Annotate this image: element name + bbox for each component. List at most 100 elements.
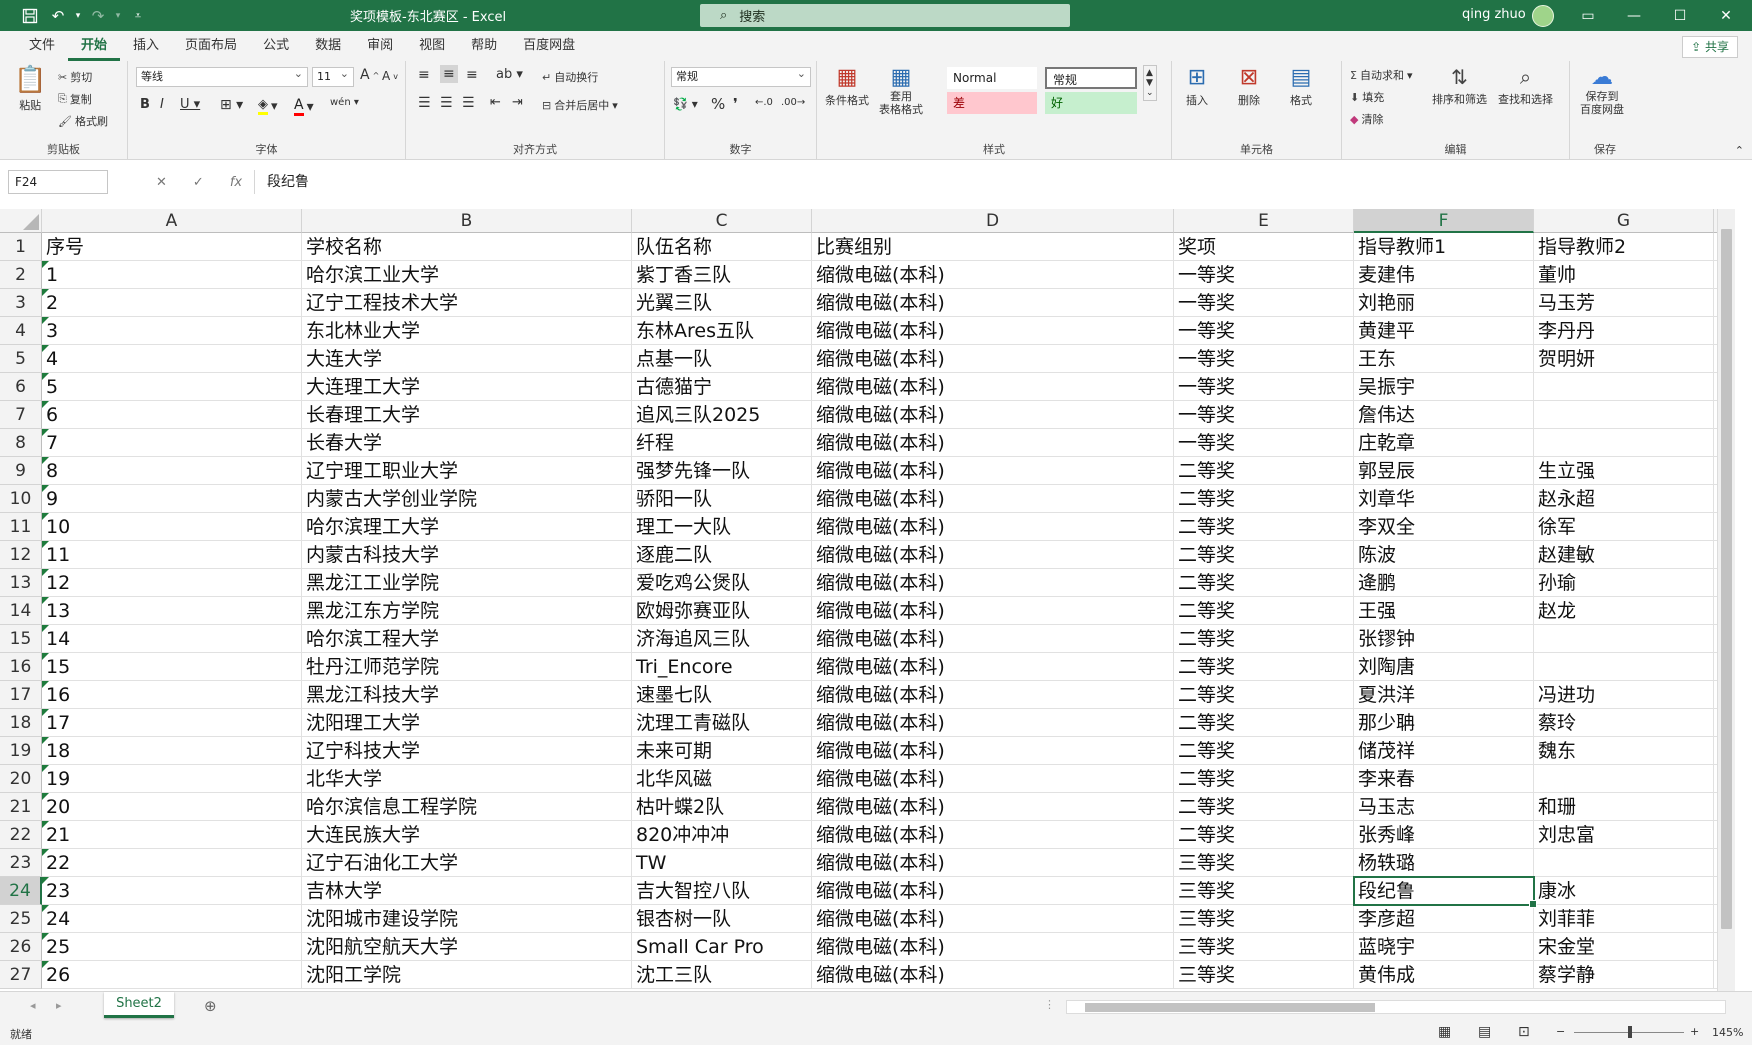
- cell-a4[interactable]: 3: [42, 317, 302, 345]
- row-header[interactable]: 9: [0, 457, 42, 485]
- tab-review[interactable]: 审阅: [354, 31, 406, 61]
- cell-e14[interactable]: 二等奖: [1174, 597, 1354, 625]
- cell-d7[interactable]: 缩微电磁(本科): [812, 401, 1174, 429]
- tab-page-layout[interactable]: 页面布局: [172, 31, 250, 61]
- cell-e9[interactable]: 二等奖: [1174, 457, 1354, 485]
- cell-b4[interactable]: 东北林业大学: [302, 317, 632, 345]
- cell-c14[interactable]: 欧姆弥赛亚队: [632, 597, 812, 625]
- cell-a10[interactable]: 9: [42, 485, 302, 513]
- tab-baidu-netdisk[interactable]: 百度网盘: [510, 31, 588, 61]
- cell-e25[interactable]: 三等奖: [1174, 905, 1354, 933]
- cell-b13[interactable]: 黑龙江工业学院: [302, 569, 632, 597]
- cell-f23[interactable]: 杨轶璐: [1354, 849, 1534, 877]
- row-header[interactable]: 3: [0, 289, 42, 317]
- style-bad[interactable]: 差: [947, 92, 1037, 114]
- formula-input[interactable]: 段纪鲁: [254, 170, 1746, 194]
- cell-f22[interactable]: 张秀峰: [1354, 821, 1534, 849]
- cell-d2[interactable]: 缩微电磁(本科): [812, 261, 1174, 289]
- format-painter-button[interactable]: 🖌 格式刷: [58, 113, 108, 129]
- cell-f27[interactable]: 黄伟成: [1354, 961, 1534, 989]
- cell-g12[interactable]: 赵建敏: [1534, 541, 1714, 569]
- cell-e10[interactable]: 二等奖: [1174, 485, 1354, 513]
- align-left-icon[interactable]: ☰: [418, 95, 431, 111]
- cell-f16[interactable]: 刘陶唐: [1354, 653, 1534, 681]
- cell-e7[interactable]: 一等奖: [1174, 401, 1354, 429]
- save-to-netdisk-button[interactable]: ☁ 保存到 百度网盘: [1580, 65, 1624, 116]
- cell-b18[interactable]: 沈阳理工大学: [302, 709, 632, 737]
- cell-d9[interactable]: 缩微电磁(本科): [812, 457, 1174, 485]
- cell-d6[interactable]: 缩微电磁(本科): [812, 373, 1174, 401]
- cell-c4[interactable]: 东林Ares五队: [632, 317, 812, 345]
- cell-e27[interactable]: 三等奖: [1174, 961, 1354, 989]
- cell-e5[interactable]: 一等奖: [1174, 345, 1354, 373]
- cell-d27[interactable]: 缩微电磁(本科): [812, 961, 1174, 989]
- cell-a6[interactable]: 5: [42, 373, 302, 401]
- tab-file[interactable]: 文件: [16, 31, 68, 61]
- cell-f6[interactable]: 吴振宇: [1354, 373, 1534, 401]
- cell-f14[interactable]: 王强: [1354, 597, 1534, 625]
- row-header[interactable]: 8: [0, 429, 42, 457]
- cell-f15[interactable]: 张镠钟: [1354, 625, 1534, 653]
- cell-e6[interactable]: 一等奖: [1174, 373, 1354, 401]
- cell-a18[interactable]: 17: [42, 709, 302, 737]
- row-header[interactable]: 12: [0, 541, 42, 569]
- cell-f19[interactable]: 储茂祥: [1354, 737, 1534, 765]
- cell-f1[interactable]: 指导教师1: [1354, 233, 1534, 261]
- cell-g16[interactable]: [1534, 653, 1714, 681]
- cell-f18[interactable]: 那少聃: [1354, 709, 1534, 737]
- select-all-button[interactable]: [0, 209, 42, 233]
- zoom-out-icon[interactable]: −: [1556, 1025, 1565, 1038]
- column-header-d[interactable]: D: [812, 209, 1174, 233]
- cell-c21[interactable]: 枯叶蝶2队: [632, 793, 812, 821]
- undo-dropdown-icon[interactable]: ▾: [72, 0, 84, 31]
- style-good[interactable]: 好: [1045, 92, 1137, 114]
- cell-b14[interactable]: 黑龙江东方学院: [302, 597, 632, 625]
- user-name[interactable]: qing zhuo: [1462, 7, 1526, 22]
- column-header-e[interactable]: E: [1174, 209, 1354, 233]
- cell-b12[interactable]: 内蒙古科技大学: [302, 541, 632, 569]
- percent-icon[interactable]: %: [711, 95, 725, 113]
- vertical-scrollbar[interactable]: [1717, 209, 1735, 991]
- cell-c22[interactable]: 820冲冲冲: [632, 821, 812, 849]
- cell-d12[interactable]: 缩微电磁(本科): [812, 541, 1174, 569]
- cell-e23[interactable]: 三等奖: [1174, 849, 1354, 877]
- cell-c7[interactable]: 追风三队2025: [632, 401, 812, 429]
- cell-f12[interactable]: 陈波: [1354, 541, 1534, 569]
- merge-center-button[interactable]: ⊟ 合并后居中 ▾: [542, 97, 618, 113]
- cell-g2[interactable]: 董帅: [1534, 261, 1714, 289]
- cell-b25[interactable]: 沈阳城市建设学院: [302, 905, 632, 933]
- cell-f8[interactable]: 庄乾章: [1354, 429, 1534, 457]
- cell-b17[interactable]: 黑龙江科技大学: [302, 681, 632, 709]
- name-box[interactable]: F24: [8, 170, 108, 194]
- align-bottom-icon[interactable]: ≡: [466, 67, 478, 83]
- cell-b8[interactable]: 长春大学: [302, 429, 632, 457]
- tab-home[interactable]: 开始: [68, 31, 121, 61]
- cell-c10[interactable]: 骄阳一队: [632, 485, 812, 513]
- cancel-icon[interactable]: ✕: [156, 175, 167, 190]
- cell-d10[interactable]: 缩微电磁(本科): [812, 485, 1174, 513]
- cell-e19[interactable]: 二等奖: [1174, 737, 1354, 765]
- cell-c8[interactable]: 纤程: [632, 429, 812, 457]
- increase-decimal-icon[interactable]: ←.0: [755, 97, 773, 108]
- cell-c13[interactable]: 爱吃鸡公煲队: [632, 569, 812, 597]
- cell-f5[interactable]: 王东: [1354, 345, 1534, 373]
- row-header[interactable]: 22: [0, 821, 42, 849]
- cell-a22[interactable]: 21: [42, 821, 302, 849]
- cell-b3[interactable]: 辽宁工程技术大学: [302, 289, 632, 317]
- cell-d1[interactable]: 比赛组别: [812, 233, 1174, 261]
- cell-e13[interactable]: 二等奖: [1174, 569, 1354, 597]
- font-color-icon[interactable]: A ▾: [294, 97, 314, 116]
- cell-b23[interactable]: 辽宁石油化工大学: [302, 849, 632, 877]
- cell-a26[interactable]: 25: [42, 933, 302, 961]
- cell-g17[interactable]: 冯进功: [1534, 681, 1714, 709]
- insert-cells-button[interactable]: ⊞ 插入: [1186, 65, 1208, 108]
- style-normal[interactable]: Normal: [947, 67, 1037, 89]
- sheet-tab[interactable]: Sheet2: [104, 992, 174, 1018]
- align-right-icon[interactable]: ☰: [462, 95, 475, 111]
- cell-g11[interactable]: 徐军: [1534, 513, 1714, 541]
- increase-font-icon[interactable]: A ^: [360, 67, 379, 83]
- next-sheet-icon[interactable]: ▸: [56, 999, 62, 1012]
- cell-a7[interactable]: 6: [42, 401, 302, 429]
- horizontal-scrollbar[interactable]: [1066, 1000, 1726, 1014]
- cell-e24[interactable]: 三等奖: [1174, 877, 1354, 905]
